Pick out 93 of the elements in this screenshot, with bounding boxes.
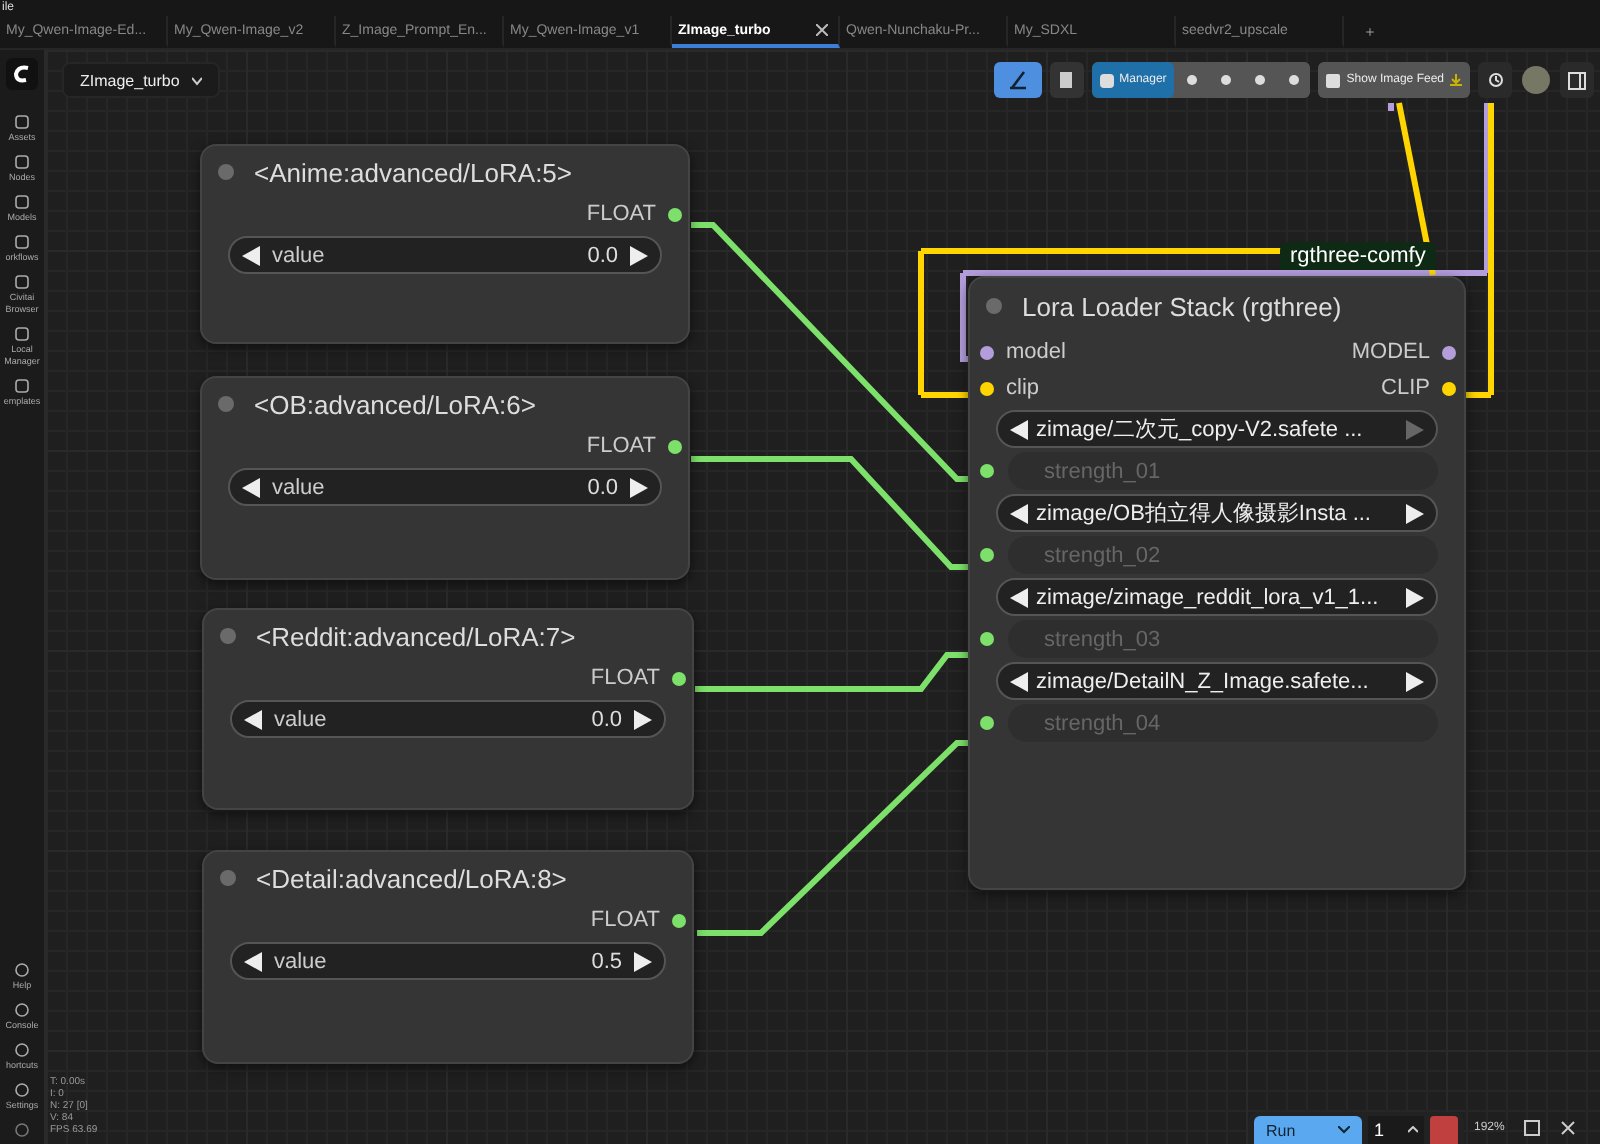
output-label: FLOAT: [590, 666, 660, 690]
sidebar-icon[interactable]: [14, 274, 30, 290]
right-arrow-icon[interactable]: [1406, 671, 1424, 691]
input-socket[interactable]: [980, 632, 994, 646]
sidebar-icon[interactable]: [14, 194, 30, 210]
input-socket[interactable]: [980, 464, 994, 478]
node-title: <OB:advanced/LoRA:6>: [254, 389, 536, 419]
value-widget[interactable]: value 0.0: [230, 700, 666, 738]
node-title: <Reddit:advanced/LoRA:7>: [256, 621, 576, 651]
node-title: Lora Loader Stack (rgthree): [1022, 291, 1342, 321]
output-socket[interactable]: [672, 913, 686, 927]
value-widget[interactable]: value 0.0: [228, 236, 662, 274]
left-arrow-icon[interactable]: [1010, 671, 1028, 691]
sidebar-icon[interactable]: [14, 326, 30, 342]
sidebar-icon[interactable]: [14, 1082, 30, 1098]
lora-combo[interactable]: zimage/二次元_copy-V2.safete ...: [996, 410, 1438, 448]
lora-combo[interactable]: zimage/zimage_reddit_lora_v1_1...: [996, 578, 1438, 616]
batch-count-field[interactable]: 1: [1368, 1116, 1424, 1144]
node-card[interactable]: <Anime:advanced/LoRA:5> FLOAT value 0.0: [200, 144, 690, 344]
left-arrow-icon[interactable]: [1010, 419, 1028, 439]
left-arrow-icon[interactable]: [242, 477, 260, 497]
right-arrow-icon[interactable]: [1406, 503, 1424, 523]
download-icon: [1450, 74, 1462, 86]
node-title: <Anime:advanced/LoRA:5>: [254, 157, 572, 187]
collapse-dot[interactable]: [986, 298, 1002, 314]
sidebar-icon[interactable]: [14, 1122, 30, 1138]
toolbar-button[interactable]: [1049, 62, 1084, 98]
tool-icon: [1287, 74, 1300, 86]
right-arrow-icon[interactable]: [630, 477, 648, 497]
sidebar-icon[interactable]: [14, 1002, 30, 1018]
toolbar-button[interactable]: [993, 62, 1042, 98]
output-socket[interactable]: [1442, 345, 1456, 359]
node-title: <Detail:advanced/LoRA:8>: [256, 863, 567, 893]
value-widget[interactable]: value 0.0: [228, 468, 662, 506]
sidebar-icon[interactable]: [14, 378, 30, 394]
tool-icon: [1185, 74, 1198, 86]
panel-icon: [1568, 71, 1586, 89]
lora-combo[interactable]: zimage/DetailN_Z_Image.safete...: [996, 662, 1438, 700]
right-arrow-icon[interactable]: [630, 245, 648, 265]
output-label: MODEL: [1351, 340, 1430, 364]
sidebar-icon[interactable]: [14, 114, 30, 130]
output-label: FLOAT: [590, 908, 660, 932]
tool-icon: [1253, 74, 1266, 86]
puzzle-icon: [1099, 73, 1114, 87]
workflow-name[interactable]: ZImage_turbo: [62, 62, 220, 98]
collapse-dot[interactable]: [218, 164, 234, 180]
left-arrow-icon[interactable]: [244, 709, 262, 729]
output-socket[interactable]: [668, 207, 682, 221]
lora-combo[interactable]: zimage/OB拍立得人像摄影Insta ...: [996, 494, 1438, 532]
panel-toggle-button[interactable]: [1560, 62, 1594, 98]
run-button[interactable]: Run: [1254, 1116, 1362, 1144]
collapse-dot[interactable]: [220, 628, 236, 644]
fit-view-icon[interactable]: [1524, 1120, 1541, 1136]
input-socket[interactable]: [980, 548, 994, 562]
bookmark-icon: [1060, 72, 1073, 88]
collapse-dot[interactable]: [218, 396, 234, 412]
history-icon: [1487, 72, 1503, 88]
input-socket[interactable]: [980, 345, 994, 359]
left-arrow-icon[interactable]: [1010, 587, 1028, 607]
image-icon: [1326, 73, 1341, 87]
sidebar-icon[interactable]: [14, 154, 30, 170]
tool-icon: [1219, 74, 1232, 86]
output-label: FLOAT: [586, 434, 656, 458]
left-arrow-icon[interactable]: [244, 951, 262, 971]
node-card[interactable]: <Reddit:advanced/LoRA:7> FLOAT value 0.0: [202, 608, 694, 810]
close-icon[interactable]: [816, 24, 828, 36]
right-arrow-icon[interactable]: [634, 951, 652, 971]
right-arrow-icon[interactable]: [634, 709, 652, 729]
value-widget[interactable]: value 0.5: [230, 942, 666, 980]
left-arrow-icon[interactable]: [1010, 503, 1028, 523]
output-label: CLIP: [1381, 376, 1430, 400]
sidebar-icon[interactable]: [14, 962, 30, 978]
output-socket[interactable]: [672, 671, 686, 685]
avatar-icon[interactable]: [1520, 62, 1552, 98]
output-socket[interactable]: [1442, 381, 1456, 395]
output-label: FLOAT: [586, 202, 656, 226]
sidebar-icon[interactable]: [14, 1042, 30, 1058]
caret-icon[interactable]: [1338, 1126, 1350, 1134]
input-label: model: [1006, 340, 1066, 364]
right-arrow-icon[interactable]: [1406, 587, 1424, 607]
input-socket[interactable]: [980, 381, 994, 395]
node-card[interactable]: <OB:advanced/LoRA:6> FLOAT value 0.0: [200, 376, 690, 580]
app-logo[interactable]: [6, 58, 38, 90]
left-arrow-icon[interactable]: [242, 245, 260, 265]
node-card[interactable]: <Detail:advanced/LoRA:8> FLOAT value 0.5: [202, 850, 694, 1064]
input-socket[interactable]: [980, 716, 994, 730]
output-socket[interactable]: [668, 439, 682, 453]
input-label: clip: [1006, 376, 1040, 400]
sidebar-icon[interactable]: [14, 234, 30, 250]
collapse-dot[interactable]: [220, 870, 236, 886]
node-badge: rgthree-comfy: [1280, 242, 1436, 270]
history-button[interactable]: [1478, 62, 1512, 98]
node-card[interactable]: [968, 276, 1466, 890]
